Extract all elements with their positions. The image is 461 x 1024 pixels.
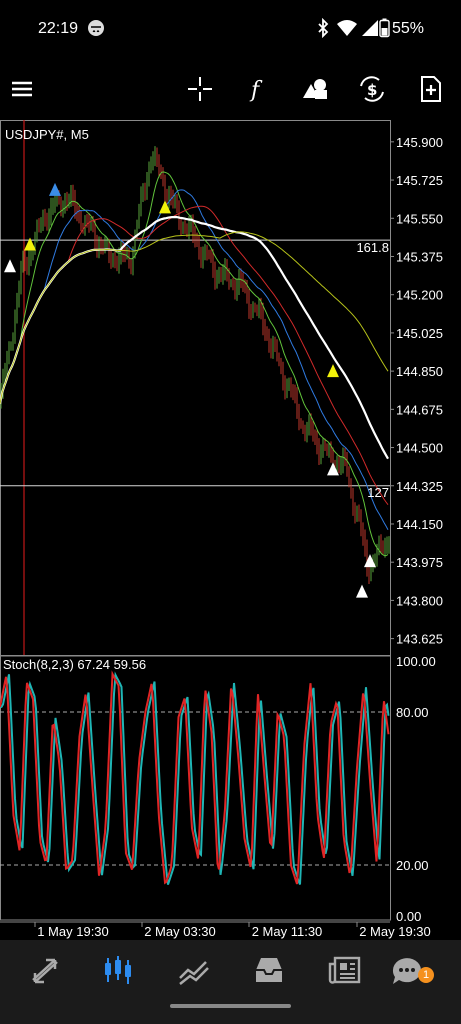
price-tick-label: 145.550	[396, 211, 443, 226]
price-tick-label: 145.375	[396, 249, 443, 264]
time-label: 2 May 11:30	[252, 924, 323, 939]
status-bar: 22:19 55%	[0, 0, 461, 58]
moving-average-green	[0, 171, 389, 557]
signal-arrow	[327, 364, 339, 378]
time-label: 2 May 19:30	[359, 924, 431, 939]
fibonacci-level-label: 127	[367, 485, 389, 500]
trade-icon[interactable]	[176, 954, 212, 986]
stochastic-frame	[0, 655, 391, 921]
signal-arrow	[49, 182, 61, 196]
gesture-bar	[170, 1004, 291, 1008]
crosshair-icon[interactable]	[184, 73, 216, 105]
symbols-icon[interactable]: $	[356, 73, 388, 105]
signal-arrow	[364, 554, 376, 568]
stochastic-tick-label: 100.00	[396, 654, 436, 669]
incognito-icon	[86, 18, 106, 43]
news-icon[interactable]	[327, 954, 363, 986]
stochastic-tick-label: 20.00	[396, 858, 429, 873]
time-label: 1 May 19:30	[37, 924, 109, 939]
svg-text:f: f	[249, 78, 263, 103]
price-tick-label: 144.500	[396, 441, 443, 456]
stochastic-signal-line	[0, 671, 390, 885]
stochastic-tick-label: 80.00	[396, 705, 429, 720]
chart-symbol-label: USDJPY#, M5	[5, 127, 89, 142]
fibonacci-level-label: 161.8	[356, 240, 389, 255]
moving-average-white	[0, 215, 389, 460]
status-time: 22:19	[38, 20, 79, 37]
price-tick-label: 143.800	[396, 593, 443, 608]
signal-arrow	[356, 584, 368, 598]
price-chart[interactable]: 145.900 145.725 145.550 145.375 145.200 145.0…	[0, 120, 461, 940]
price-tick-label: 145.025	[396, 326, 443, 341]
price-tick-label: 144.675	[396, 402, 443, 417]
objects-icon[interactable]	[299, 73, 331, 105]
moving-average-yellowgreen	[0, 231, 389, 404]
price-tick-label: 143.625	[396, 632, 443, 647]
signal-arrow	[4, 259, 16, 273]
price-tick-label: 145.725	[396, 173, 443, 188]
signal-icon	[361, 18, 379, 43]
menu-icon[interactable]	[6, 73, 38, 105]
stochastic-tick-label: 0.00	[396, 909, 421, 924]
bottom-navigation: 1	[0, 940, 461, 1024]
price-tick-label: 144.150	[396, 517, 443, 532]
history-icon[interactable]	[251, 954, 287, 986]
wifi-icon	[336, 18, 358, 43]
price-tick-label: 144.850	[396, 364, 443, 379]
bluetooth-icon	[316, 17, 330, 43]
battery-percent: 55%	[392, 20, 425, 37]
messages-badge: 1	[418, 967, 434, 983]
chart-area[interactable]: 145.900 145.725 145.550 145.375 145.200 145.0…	[0, 120, 461, 940]
chart-toolbar: f $	[0, 58, 461, 120]
svg-text:$: $	[367, 81, 377, 99]
moving-average-red	[0, 205, 389, 505]
price-tick-label: 143.975	[396, 555, 443, 570]
price-tick-label: 145.200	[396, 288, 443, 303]
chart-icon[interactable]	[100, 954, 136, 986]
indicators-icon[interactable]: f	[242, 73, 274, 105]
battery-icon	[379, 18, 390, 43]
signal-arrow	[24, 237, 36, 251]
stochastic-label: Stoch(8,2,3) 67.24 59.56	[3, 657, 147, 672]
new-order-icon[interactable]	[415, 73, 447, 105]
time-label: 2 May 03:30	[144, 924, 216, 939]
price-tick-label: 144.325	[396, 479, 443, 494]
price-tick-label: 145.900	[396, 135, 443, 150]
moving-average-blue	[0, 189, 389, 530]
quotes-icon[interactable]	[27, 954, 63, 986]
